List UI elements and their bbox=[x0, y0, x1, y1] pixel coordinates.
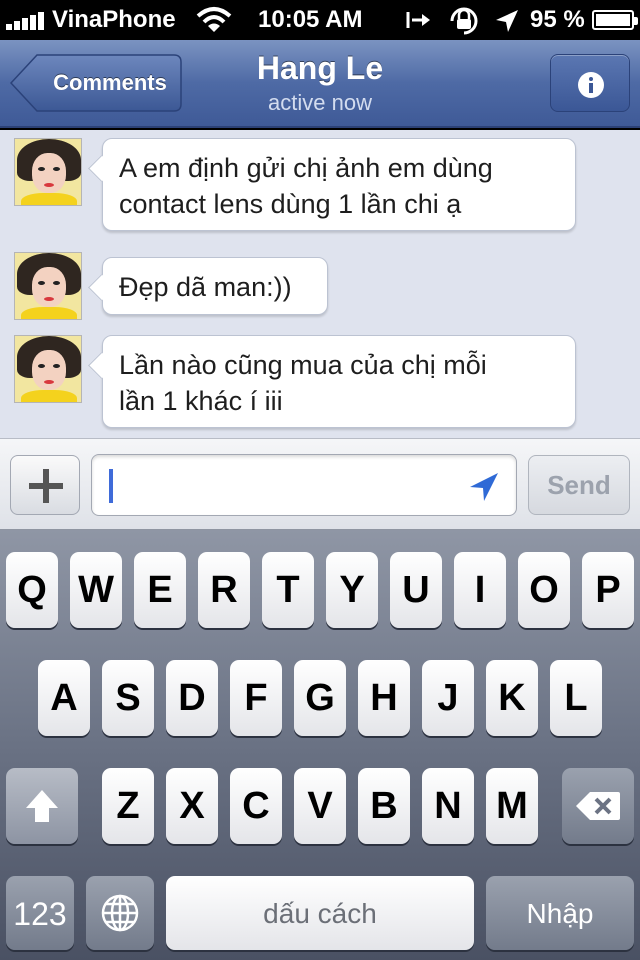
key-w[interactable]: W bbox=[70, 552, 122, 628]
numbers-key[interactable]: 123 bbox=[6, 876, 74, 950]
globe-icon bbox=[101, 894, 139, 932]
key-m[interactable]: M bbox=[486, 768, 538, 844]
key-r[interactable]: R bbox=[198, 552, 250, 628]
backspace-icon bbox=[576, 792, 620, 820]
key-z[interactable]: Z bbox=[102, 768, 154, 844]
key-t[interactable]: T bbox=[262, 552, 314, 628]
avatar[interactable] bbox=[14, 138, 82, 206]
shift-key[interactable] bbox=[6, 768, 78, 844]
status-bar: VinaPhone 10:05 AM 95 % bbox=[0, 0, 640, 40]
location-arrow-icon bbox=[496, 10, 518, 32]
location-arrow-icon[interactable] bbox=[468, 471, 500, 503]
message-bubble[interactable]: Đẹp dã man:)) bbox=[102, 257, 328, 315]
key-y[interactable]: Y bbox=[326, 552, 378, 628]
key-n[interactable]: N bbox=[422, 768, 474, 844]
message-bubble[interactable]: Lần nào cũng mua của chị mỗi lần 1 khác … bbox=[102, 335, 576, 428]
battery-fill bbox=[596, 14, 630, 26]
space-key[interactable]: dấu cách bbox=[166, 876, 474, 950]
shift-icon bbox=[26, 790, 58, 822]
text-cursor bbox=[109, 469, 113, 503]
send-button[interactable]: Send bbox=[528, 455, 630, 515]
composer-bar: Send bbox=[0, 438, 640, 530]
key-i[interactable]: I bbox=[454, 552, 506, 628]
key-l[interactable]: L bbox=[550, 660, 602, 736]
conversation[interactable]: A em định gửi chị ảnh em dùng contact le… bbox=[0, 130, 640, 438]
contact-status: active now bbox=[268, 90, 372, 115]
message-bubble[interactable]: A em định gửi chị ảnh em dùng contact le… bbox=[102, 138, 576, 231]
key-v[interactable]: V bbox=[294, 768, 346, 844]
globe-key[interactable] bbox=[86, 876, 154, 950]
key-q[interactable]: Q bbox=[6, 552, 58, 628]
key-a[interactable]: A bbox=[38, 660, 90, 736]
keyboard: Q W E R T Y U I O P A S D F G H J K L Z … bbox=[0, 530, 640, 960]
carrier-name: VinaPhone bbox=[52, 6, 176, 33]
key-h[interactable]: H bbox=[358, 660, 410, 736]
key-o[interactable]: O bbox=[518, 552, 570, 628]
message-input[interactable] bbox=[91, 454, 517, 516]
key-s[interactable]: S bbox=[102, 660, 154, 736]
info-button[interactable] bbox=[550, 54, 630, 112]
key-u[interactable]: U bbox=[390, 552, 442, 628]
lock-icon bbox=[450, 7, 478, 35]
delete-key[interactable] bbox=[562, 768, 634, 844]
info-icon bbox=[578, 72, 604, 98]
key-d[interactable]: D bbox=[166, 660, 218, 736]
back-button-label: Comments bbox=[53, 70, 167, 95]
rotation-icon bbox=[406, 12, 430, 28]
signal-icon bbox=[6, 12, 48, 30]
nav-bar: Comments Hang Le active now bbox=[0, 40, 640, 128]
message-text: lần 1 khác í iii bbox=[119, 386, 283, 416]
status-time: 10:05 AM bbox=[258, 6, 363, 33]
key-b[interactable]: B bbox=[358, 768, 410, 844]
wifi-icon bbox=[196, 7, 232, 32]
message-text: Đẹp dã man:)) bbox=[119, 272, 292, 302]
battery-percent: 95 % bbox=[530, 6, 585, 33]
key-g[interactable]: G bbox=[294, 660, 346, 736]
key-x[interactable]: X bbox=[166, 768, 218, 844]
key-e[interactable]: E bbox=[134, 552, 186, 628]
message-text: Lần nào cũng mua của chị mỗi bbox=[119, 350, 487, 380]
avatar[interactable] bbox=[14, 335, 82, 403]
avatar[interactable] bbox=[14, 252, 82, 320]
add-attachment-button[interactable] bbox=[10, 455, 80, 515]
contact-name: Hang Le bbox=[256, 50, 384, 86]
key-c[interactable]: C bbox=[230, 768, 282, 844]
message-text: A em định gửi chị ảnh em dùng bbox=[119, 153, 493, 183]
key-f[interactable]: F bbox=[230, 660, 282, 736]
battery-icon bbox=[592, 10, 638, 30]
key-p[interactable]: P bbox=[582, 552, 634, 628]
message-text: contact lens dùng 1 lần chi ạ bbox=[119, 189, 462, 219]
key-k[interactable]: K bbox=[486, 660, 538, 736]
return-key[interactable]: Nhập bbox=[486, 876, 634, 950]
key-j[interactable]: J bbox=[422, 660, 474, 736]
back-button[interactable]: Comments bbox=[10, 54, 182, 112]
